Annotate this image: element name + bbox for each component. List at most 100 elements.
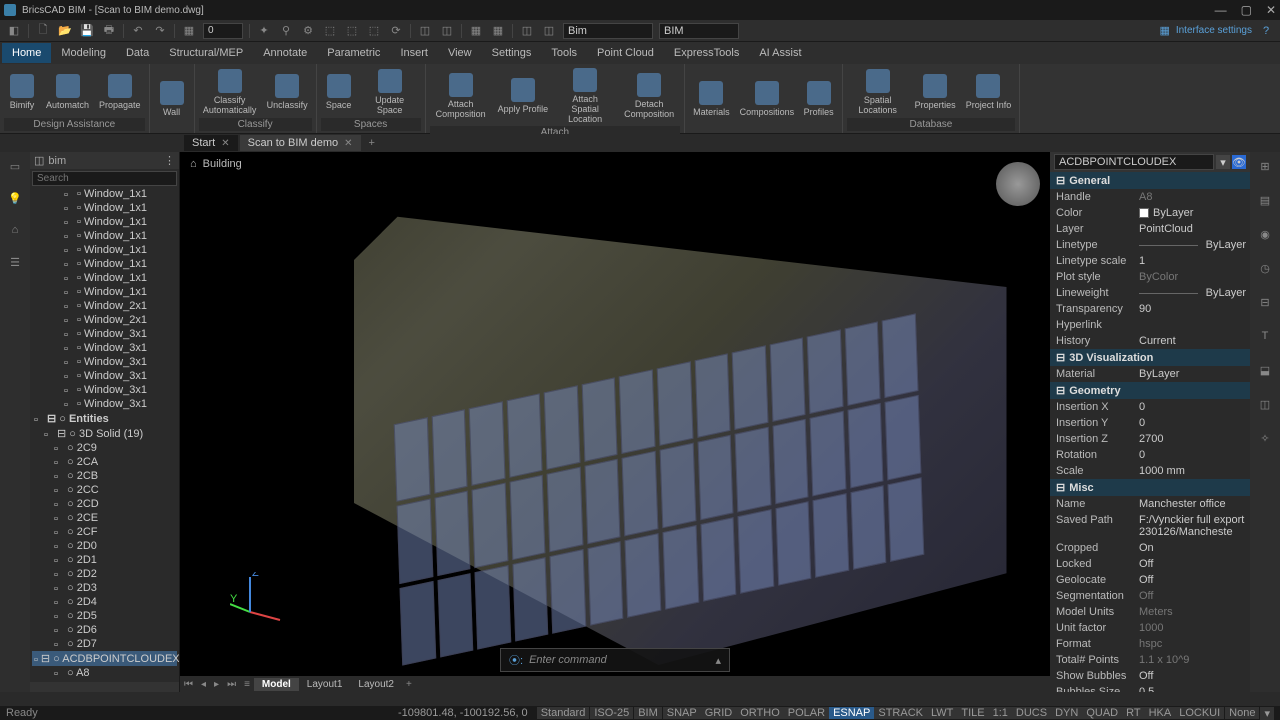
status-toggle-quad[interactable]: QUAD [1082,707,1122,719]
tree-item[interactable]: ▫▫ Window_1x1 [32,201,177,215]
layout-tab-model[interactable]: Model [254,678,299,691]
prop-row[interactable]: CroppedOn [1050,540,1250,556]
ribbon-attach-spatial-location-button[interactable]: Attach Spatial Location [554,66,616,126]
tab-home[interactable]: Home [2,43,51,63]
cube-icon[interactable]: ◫ [1255,394,1275,414]
entity-type-combo[interactable]: ACDBPOINTCLOUDEX [1054,154,1214,170]
tree-item[interactable]: ▫▫ Window_3x1 [32,341,177,355]
tab-parametric[interactable]: Parametric [317,43,390,63]
eye-icon[interactable]: 👁 [1232,155,1246,169]
tab-view[interactable]: View [438,43,482,63]
status-toggle-dyn[interactable]: DYN [1051,707,1082,719]
tool-icon[interactable]: ⬚ [322,23,338,39]
structure-icon[interactable]: ☰ [5,252,25,272]
status-toggle-ducs[interactable]: DUCS [1012,707,1051,719]
prop-row[interactable]: LockedOff [1050,556,1250,572]
tool-icon[interactable]: ⚲ [278,23,294,39]
status-none[interactable]: None [1225,707,1259,719]
status-toggle-strack[interactable]: STRACK [874,707,927,719]
search-input[interactable] [32,171,177,186]
minimize-button[interactable]: — [1215,3,1227,17]
profile-combo-2[interactable]: BIM [659,23,739,39]
status-bim[interactable]: BIM [634,707,662,719]
bulb-icon[interactable]: 💡 [5,188,25,208]
tree-item[interactable]: ▫▫ Window_3x1 [32,327,177,341]
tree-item[interactable]: ▫▫ Window_1x1 [32,215,177,229]
cursor-icon[interactable]: ▭ [5,156,25,176]
brain-icon[interactable]: ◉ [1255,224,1275,244]
tree-item[interactable]: ▫▫ Window_3x1 [32,383,177,397]
tree-item[interactable]: ▫○ 2D6 [32,623,177,637]
prop-row[interactable]: Rotation0 [1050,447,1250,463]
tree-item[interactable]: ▫⊟ ○ ACDBPOINTCLOUDEX [32,651,177,666]
tree-item[interactable]: ▫○ 2D4 [32,595,177,609]
tab-settings[interactable]: Settings [482,43,542,63]
layout-prev-icon[interactable]: ◂ [197,679,210,690]
ribbon-attach-composition-button[interactable]: Attach Composition [430,71,492,121]
tab-express[interactable]: ExpressTools [664,43,749,63]
tree-item[interactable]: ▫▫ Window_2x1 [32,299,177,313]
chevron-up-icon[interactable]: ▴ [715,654,721,667]
ribbon-materials-button[interactable]: Materials [689,79,734,119]
status-std[interactable]: Standard [537,707,590,719]
tree-item[interactable]: ▫○ 2CD [32,497,177,511]
ribbon-compositions-button[interactable]: Compositions [736,79,798,119]
prop-row[interactable]: SegmentationOff [1050,588,1250,604]
layout-first-icon[interactable]: ⏮ [180,679,197,690]
doc-tab-start[interactable]: Start✕ [184,135,238,151]
tree-item[interactable]: ▫⊟ ○ 3D Solid (19) [32,426,177,441]
prop-row[interactable]: Show BubblesOff [1050,668,1250,684]
status-toggle-lwt[interactable]: LWT [927,707,957,719]
tab-pointcloud[interactable]: Point Cloud [587,43,664,63]
layout-tab-2[interactable]: Layout2 [350,678,402,691]
interface-settings-link[interactable]: Interface settings [1176,25,1252,36]
ribbon-propagate-button[interactable]: Propagate [95,72,145,112]
tree-item[interactable]: ▫▫ Window_1x1 [32,257,177,271]
prop-row[interactable]: Bubbles Size0.5 [1050,684,1250,692]
tree-item[interactable]: ▫○ A8 [32,666,177,680]
tree-item[interactable]: ▫▫ Window_3x1 [32,355,177,369]
tool-icon[interactable]: ▦ [490,23,506,39]
ribbon-project-info-button[interactable]: Project Info [962,72,1016,112]
ribbon-update-space-button[interactable]: Update Space [359,67,421,117]
prop-section[interactable]: ⊟Misc [1050,479,1250,496]
prop-row[interactable]: LinetypeByLayer [1050,237,1250,253]
prop-row[interactable]: Insertion Y0 [1050,415,1250,431]
clock-icon[interactable]: ◷ [1255,258,1275,278]
layout-list-icon[interactable]: ≡ [240,679,254,690]
ribbon-bimify-button[interactable]: Bimify [4,72,40,112]
viewcube[interactable] [996,162,1040,206]
grid-icon[interactable]: ⊞ [1255,156,1275,176]
tab-data[interactable]: Data [116,43,159,63]
tree-item[interactable]: ▫○ 2D0 [32,539,177,553]
prop-section[interactable]: ⊟Geometry [1050,382,1250,399]
status-toggle-1:1[interactable]: 1:1 [989,707,1012,719]
ribbon-space-button[interactable]: Space [321,72,357,112]
tree-item[interactable]: ▫○ 2CB [32,469,177,483]
command-line[interactable]: ⦿: Enter command ▴ [500,648,730,672]
prop-row[interactable]: Hyperlink [1050,317,1250,333]
ribbon-spatial-locations-button[interactable]: Spatial Locations [847,67,909,117]
tree-item[interactable]: ▫○ 2CA [32,455,177,469]
filter-icon[interactable]: ▾ [1216,155,1230,169]
prop-section[interactable]: ⊟General [1050,172,1250,189]
prop-row[interactable]: LineweightByLayer [1050,285,1250,301]
ribbon-automatch-button[interactable]: Automatch [42,72,93,112]
text-icon[interactable]: T [1255,326,1275,346]
status-toggle-rt[interactable]: RT [1122,707,1144,719]
tree-item[interactable]: ▫○ 2D1 [32,553,177,567]
ribbon-wall-button[interactable]: Wall [154,79,190,119]
app-menu-button[interactable]: ◧ [6,23,22,39]
horizontal-scrollbar[interactable] [30,682,179,692]
prop-row[interactable]: LayerPointCloud [1050,221,1250,237]
3d-viewport[interactable]: ⌂ Building Z Y ⦿: Enter command ▴ ⏮ ◂ ▸ … [180,152,1050,692]
tree-item[interactable]: ▫○ 2D5 [32,609,177,623]
prop-row[interactable]: ColorByLayer [1050,205,1250,221]
status-toggle-esnap[interactable]: ESNAP [829,707,874,719]
ribbon-apply-profile-button[interactable]: Apply Profile [494,76,553,116]
help-icon[interactable]: ? [1258,23,1274,39]
tab-tools[interactable]: Tools [541,43,587,63]
tool-icon[interactable]: ◫ [519,23,535,39]
undo-icon[interactable]: ↶ [130,23,146,39]
new-tab-button[interactable]: + [363,135,381,151]
